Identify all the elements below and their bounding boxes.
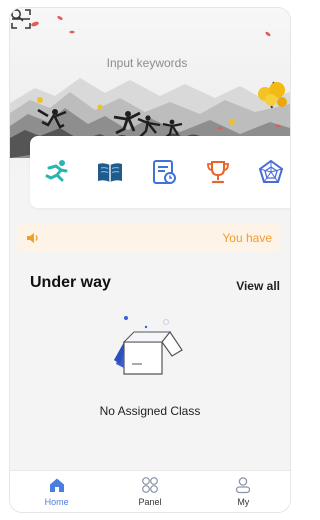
user-icon xyxy=(236,477,251,494)
speaker-icon xyxy=(27,233,38,243)
search-input[interactable] xyxy=(62,52,232,74)
bottom-navigation: Home Panel My xyxy=(10,470,290,512)
empty-box-icon xyxy=(114,316,183,375)
nav-label-home: Home xyxy=(44,497,69,507)
scan-icon[interactable] xyxy=(10,8,32,30)
nav-label-panel: Panel xyxy=(138,497,162,507)
app-screen: You have Under way View all No Assigned … xyxy=(10,8,290,512)
trophy-icon[interactable] xyxy=(203,157,233,187)
nav-item-panel[interactable]: Panel xyxy=(120,471,180,512)
panel-icon xyxy=(142,477,158,493)
book-icon[interactable] xyxy=(95,157,125,187)
nav-item-my[interactable]: My xyxy=(213,471,273,512)
schedule-icon[interactable] xyxy=(149,157,179,187)
section-title: Under way xyxy=(30,274,111,291)
view-all-link[interactable]: View all xyxy=(236,279,280,293)
running-icon[interactable] xyxy=(42,157,72,187)
notice-bar[interactable]: You have xyxy=(18,224,280,252)
nav-label-my: My xyxy=(237,497,250,507)
notice-text: You have xyxy=(222,231,272,245)
nav-item-home[interactable]: Home xyxy=(27,471,87,512)
pentagon-chart-icon[interactable] xyxy=(256,157,286,187)
quick-access-card xyxy=(30,136,290,208)
home-icon xyxy=(49,478,64,492)
empty-state-text: No Assigned Class xyxy=(99,404,201,418)
